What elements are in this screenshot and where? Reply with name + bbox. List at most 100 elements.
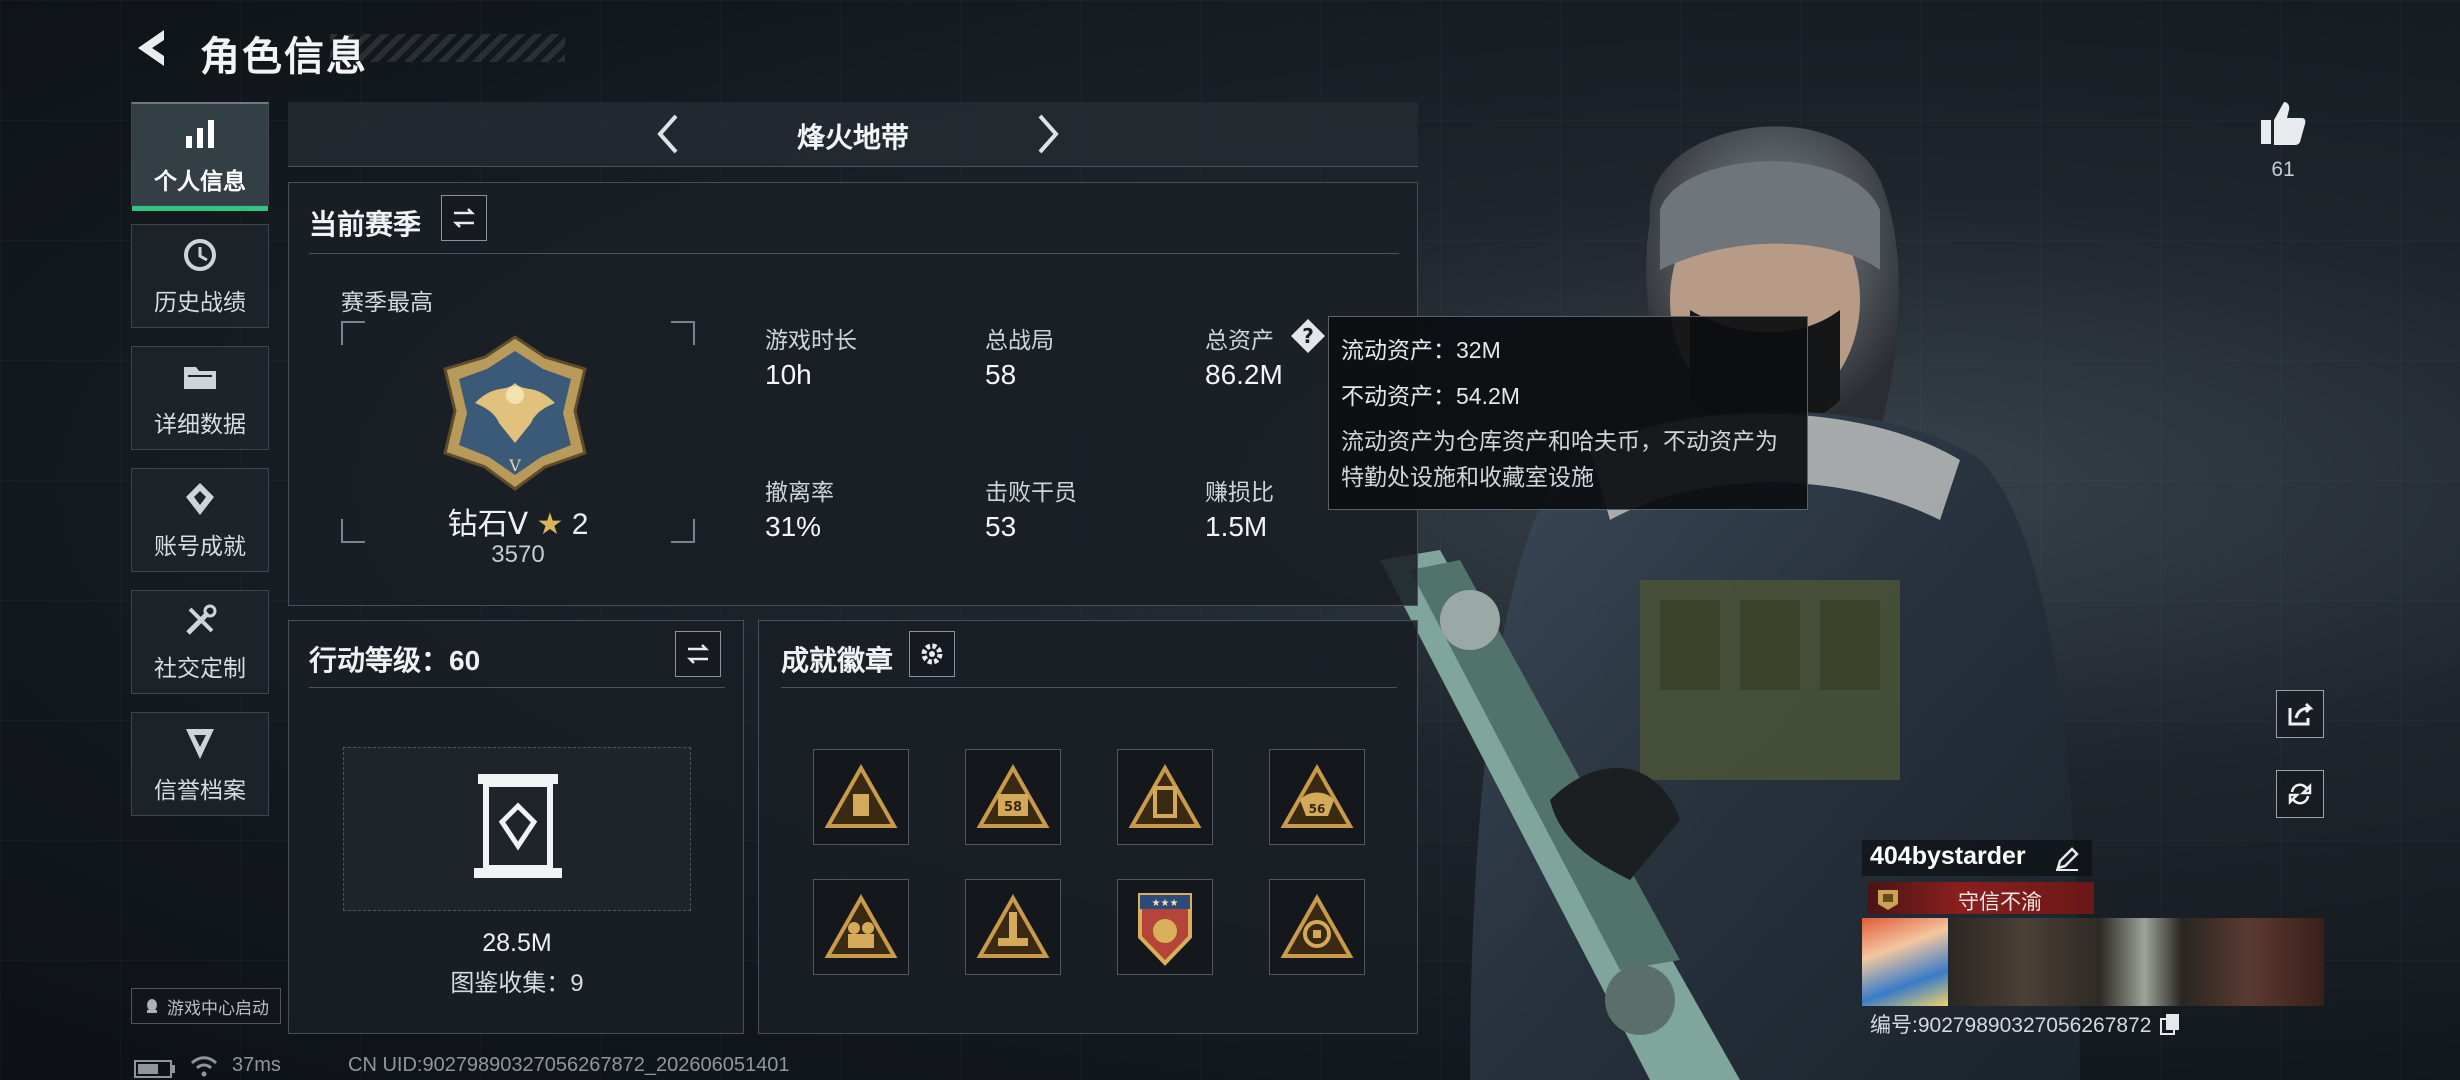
action-switch-button[interactable] (675, 631, 721, 677)
stat-value: 10h (765, 359, 812, 390)
stat-label: 击败干员 (985, 479, 1077, 505)
svg-text:V: V (508, 456, 521, 475)
badge-slot[interactable]: ★★★ (1117, 879, 1213, 975)
player-name: 404bystarder (1870, 842, 2026, 870)
wifi-icon (190, 1056, 218, 1077)
svg-text:?: ? (1302, 324, 1314, 348)
season-title: 当前赛季 (309, 209, 422, 240)
stat-value: 31% (765, 511, 822, 542)
nav-item-achievements[interactable]: 账号成就 (131, 468, 269, 572)
share-icon (2288, 702, 2314, 726)
refresh-button[interactable] (2276, 770, 2324, 818)
badges-title: 成就徽章 (781, 645, 894, 676)
title-badge-icon (1878, 890, 1898, 910)
nav-item-label: 详细数据 (154, 411, 246, 437)
achievement-badge-icon (824, 894, 898, 958)
title-badge: 守信不渝 (1868, 882, 2094, 914)
chevron-right-icon[interactable] (1022, 110, 1070, 158)
history-icon (184, 239, 216, 271)
thumbs-up-icon[interactable] (2258, 98, 2308, 148)
assets-tooltip: 流动资产：32M 不动资产：54.2M 流动资产为仓库资产和哈夫币，不动资产为特… (1328, 316, 1808, 510)
player-id-row: 编号:9027989032705626787​2 (1870, 1008, 2230, 1040)
gear-icon (921, 643, 943, 665)
badge-settings-button[interactable] (909, 631, 955, 677)
showcase-image-dark (1950, 918, 2324, 1006)
nav-item-label: 信誉档案 (154, 777, 246, 803)
collection-frame (343, 747, 691, 911)
separator (309, 687, 725, 688)
action-level-panel: 行动等级：60 28.5M 图鉴收集：9 (288, 620, 744, 1034)
rank-name: 钻石Ⅴ (447, 508, 529, 541)
achievement-badge-icon (824, 764, 898, 828)
refresh-icon (2288, 782, 2312, 806)
stat-label: 撤离率 (765, 479, 834, 505)
back-arrow-icon[interactable] (132, 26, 176, 70)
bar-chart-icon (186, 119, 214, 148)
stat-label: 赚损比 (1205, 479, 1274, 505)
uid-text: CN UID:9027989032705626787​2_20260605140… (348, 1054, 790, 1076)
showcase-banner[interactable] (1862, 918, 2324, 1006)
tools-icon (186, 604, 217, 635)
achievement-badge-icon (1128, 764, 1202, 828)
collection-count: 图鉴收集：9 (450, 970, 584, 997)
rank-points: 3570 (491, 541, 545, 568)
season-switch-button[interactable] (441, 195, 487, 241)
badge-number: 58 (1004, 800, 1022, 815)
stat-value: 58 (985, 359, 1017, 390)
help-icon[interactable]: ? (1289, 317, 1327, 355)
player-name-row: 404bystarder (1862, 840, 2092, 876)
badge-slot[interactable] (1117, 749, 1213, 845)
nav-item-label: 账号成就 (154, 533, 246, 559)
stat-label: 总资产 (1205, 327, 1274, 353)
achievement-medal-icon: ★★★ (1138, 893, 1192, 966)
badge-slot[interactable] (965, 879, 1061, 975)
badge-slot[interactable] (813, 749, 909, 845)
nav-item-social[interactable]: 社交定制 (131, 590, 269, 694)
separator (781, 687, 1397, 688)
mode-selector: 烽火地带 (288, 102, 1418, 167)
badge-slot[interactable] (1269, 879, 1365, 975)
action-level-title: 行动等级：60 (309, 645, 481, 676)
season-panel: 当前赛季 赛季最高 V 钻石Ⅴ ★ 2 3570 游戏时长 10h 总战局 58… (288, 182, 1418, 606)
badge-slot[interactable]: 58 (965, 749, 1061, 845)
achievement-icon (186, 483, 214, 515)
player-id: 编号:9027989032705626787​2 (1870, 1014, 2152, 1037)
copy-icon[interactable] (2159, 1012, 2181, 1036)
game-center-launch[interactable]: 游戏中心启动 (131, 988, 281, 1024)
ping-value: 37ms (232, 1054, 281, 1076)
achievement-badges-panel: 成就徽章 58 56 ★★★ (758, 620, 1418, 1034)
stat-value: 1.5M (1205, 511, 1268, 542)
swap-icon (452, 208, 476, 228)
nav-item-profile[interactable]: 个人信息 (131, 102, 269, 211)
page-title: 角色信息 (200, 35, 368, 79)
collection-case-icon (474, 774, 562, 878)
separator (309, 253, 1399, 254)
season-best-label: 赛季最高 (341, 289, 433, 315)
collection-value: 28.5M (482, 929, 552, 957)
like-count: 61 (2271, 158, 2295, 181)
folder-icon (184, 367, 216, 389)
achievement-badge-icon (1280, 894, 1354, 958)
share-button[interactable] (2276, 690, 2324, 738)
stat-value: 86.2M (1205, 359, 1283, 390)
nav-item-history[interactable]: 历史战绩 (131, 224, 269, 328)
achievement-badge-icon: 56 (1280, 764, 1354, 828)
rank-stars: 2 (571, 508, 589, 541)
badge-slot[interactable] (813, 879, 909, 975)
rank-name-row: 钻石Ⅴ ★ 2 (341, 499, 695, 543)
rank-emblem-icon: V (443, 335, 587, 491)
nav-item-details[interactable]: 详细数据 (131, 346, 269, 450)
svg-text:★★★: ★★★ (1152, 898, 1179, 909)
edit-icon[interactable] (2054, 846, 2080, 872)
badge-slot[interactable]: 56 (1269, 749, 1365, 845)
title-badge-label: 守信不渝 (1958, 891, 2042, 914)
mode-title: 烽火地带 (796, 122, 909, 153)
chevron-left-icon[interactable] (646, 110, 694, 158)
badge-number: 56 (1309, 802, 1326, 816)
game-center-label: 游戏中心启动 (167, 998, 269, 1018)
swap-icon (686, 644, 710, 664)
nav-item-reputation[interactable]: 信誉档案 (131, 712, 269, 816)
shield-icon (186, 729, 214, 759)
tooltip-liquid-assets: 流动资产：32M (1341, 337, 1501, 363)
stat-value: 53 (985, 511, 1017, 542)
